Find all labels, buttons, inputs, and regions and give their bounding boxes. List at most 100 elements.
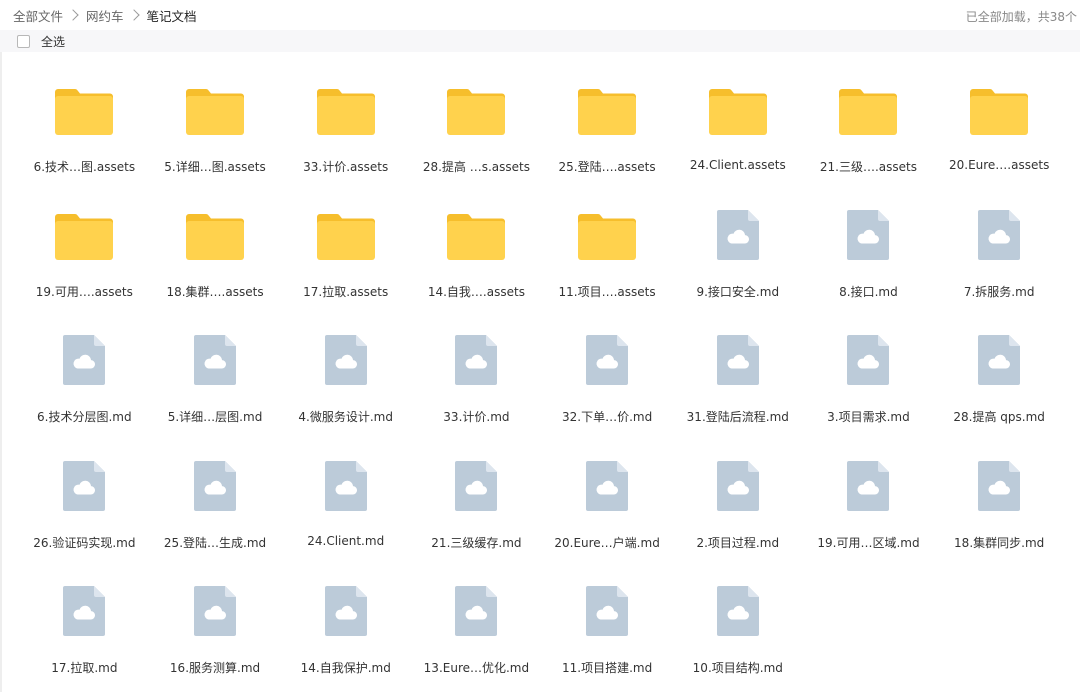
markdown-file-icon (978, 210, 1021, 261)
item-name: 20.Eure….assets (948, 158, 1050, 172)
item-name: 20.Eure…户端.md (554, 535, 660, 550)
item-name: 13.Eure…优化.md (423, 660, 530, 675)
folder-icon (839, 87, 898, 135)
folder-item[interactable]: 20.Eure….assets (934, 52, 1065, 177)
folder-icon (970, 87, 1029, 135)
item-name: 14.自我保护.md (300, 660, 391, 675)
folder-item[interactable]: 25.登陆….assets (542, 52, 673, 177)
folder-item[interactable]: 6.技术…图.assets (19, 52, 150, 177)
folder-item[interactable]: 24.Client.assets (672, 52, 803, 177)
folder-icon (447, 87, 506, 135)
item-name: 10.项目结构.md (692, 660, 783, 675)
folder-item[interactable]: 11.项目….assets (542, 177, 673, 302)
item-name: 32.下单…价.md (561, 410, 653, 425)
file-item[interactable]: 11.项目搭建.md (542, 553, 673, 678)
folder-item[interactable]: 14.自我….assets (411, 177, 542, 302)
item-name: 6.技术…图.assets (33, 160, 136, 174)
item-name: 21.三级缓存.md (431, 535, 522, 550)
file-item[interactable]: 13.Eure…优化.md (411, 553, 542, 678)
folder-icon (186, 87, 245, 135)
item-name: 17.拉取.assets (303, 285, 389, 300)
file-item[interactable]: 33.计价.md (411, 302, 542, 427)
item-name: 24.Client.assets (689, 158, 786, 172)
item-name: 26.验证码实现.md (33, 535, 136, 550)
file-item[interactable]: 8.接口.md (803, 177, 934, 302)
file-grid: 6.技术…图.assets 5.详细…图.assets 33.计价.assets… (19, 52, 1065, 678)
folder-item[interactable]: 5.详细…图.assets (150, 52, 281, 177)
file-item[interactable]: 14.自我保护.md (280, 553, 411, 678)
file-item[interactable]: 21.三级缓存.md (411, 428, 542, 553)
markdown-file-icon (455, 335, 498, 386)
folder-item[interactable]: 17.拉取.assets (280, 177, 411, 302)
item-name: 19.可用…区域.md (817, 535, 920, 550)
file-item[interactable]: 24.Client.md (280, 428, 411, 553)
chevron-right-icon (67, 9, 79, 21)
item-name: 21.三级….assets (819, 160, 918, 174)
file-item[interactable]: 26.验证码实现.md (19, 428, 150, 553)
markdown-file-icon (978, 335, 1021, 386)
item-name: 3.项目需求.md (827, 410, 910, 425)
file-item[interactable]: 20.Eure…户端.md (542, 428, 673, 553)
file-item[interactable]: 31.登陆后流程.md (672, 302, 803, 427)
item-name: 5.详细…层图.md (167, 410, 263, 425)
breadcrumb-ride-hailing[interactable]: 网约车 (86, 6, 124, 25)
file-item[interactable]: 3.项目需求.md (803, 302, 934, 427)
item-name: 33.计价.md (443, 410, 510, 425)
load-status: 已全部加载，共38个 (965, 10, 1077, 24)
breadcrumb-all-files[interactable]: 全部文件 (13, 6, 63, 25)
markdown-file-icon (455, 585, 498, 636)
file-item[interactable]: 10.项目结构.md (672, 553, 803, 678)
item-name: 5.详细…图.assets (164, 160, 266, 174)
markdown-file-icon (716, 585, 759, 636)
file-item[interactable]: 5.详细…层图.md (150, 302, 281, 427)
file-item[interactable]: 25.登陆…生成.md (150, 428, 281, 553)
markdown-file-icon (847, 210, 890, 261)
file-item[interactable]: 6.技术分层图.md (19, 302, 150, 427)
file-item[interactable]: 32.下单…价.md (542, 302, 673, 427)
item-name: 14.自我….assets (427, 285, 525, 300)
folder-item[interactable]: 18.集群….assets (150, 177, 281, 302)
item-name: 17.拉取.md (51, 660, 118, 675)
file-item[interactable]: 16.服务测算.md (150, 553, 281, 678)
top-bar: 全部文件 网约车 笔记文档 已全部加载，共38个 (0, 0, 1080, 30)
folder-icon (55, 87, 114, 135)
markdown-file-icon (63, 335, 106, 386)
file-item[interactable]: 4.微服务设计.md (280, 302, 411, 427)
markdown-file-icon (194, 460, 237, 511)
markdown-file-icon (716, 335, 759, 386)
file-item[interactable]: 18.集群同步.md (934, 428, 1065, 553)
file-item[interactable]: 9.接口安全.md (672, 177, 803, 302)
markdown-file-icon (63, 585, 106, 636)
item-name: 31.登陆后流程.md (686, 410, 789, 425)
item-name: 18.集群….assets (166, 285, 264, 300)
file-item[interactable]: 2.项目过程.md (672, 428, 803, 553)
item-name: 6.技术分层图.md (37, 410, 132, 425)
item-name: 16.服务测算.md (169, 660, 261, 675)
markdown-file-icon (978, 460, 1021, 511)
select-all-label[interactable]: 全选 (41, 33, 65, 50)
item-name: 11.项目搭建.md (561, 660, 653, 675)
markdown-file-icon (847, 460, 890, 511)
file-item[interactable]: 7.拆服务.md (934, 177, 1065, 302)
file-item[interactable]: 17.拉取.md (19, 553, 150, 678)
file-item[interactable]: 28.提高 qps.md (934, 302, 1065, 427)
folder-icon (578, 212, 637, 261)
divider (0, 52, 2, 692)
item-name: 2.项目过程.md (696, 535, 780, 550)
folder-icon (708, 87, 767, 135)
item-name: 25.登陆…生成.md (163, 535, 267, 550)
folder-item[interactable]: 19.可用….assets (19, 177, 150, 302)
markdown-file-icon (455, 460, 498, 511)
item-name: 25.登陆….assets (558, 160, 656, 174)
folder-item[interactable]: 28.提高 …s.assets (411, 52, 542, 177)
folder-item[interactable]: 21.三级….assets (803, 52, 934, 177)
item-name: 11.项目….assets (558, 285, 656, 300)
item-name: 19.可用….assets (35, 285, 133, 300)
folder-icon (316, 212, 375, 261)
file-item[interactable]: 19.可用…区域.md (803, 428, 934, 553)
folder-icon (447, 212, 506, 261)
markdown-file-icon (847, 335, 890, 386)
select-all-checkbox[interactable] (17, 34, 30, 48)
folder-item[interactable]: 33.计价.assets (280, 52, 411, 177)
item-name: 18.集群同步.md (954, 535, 1045, 550)
